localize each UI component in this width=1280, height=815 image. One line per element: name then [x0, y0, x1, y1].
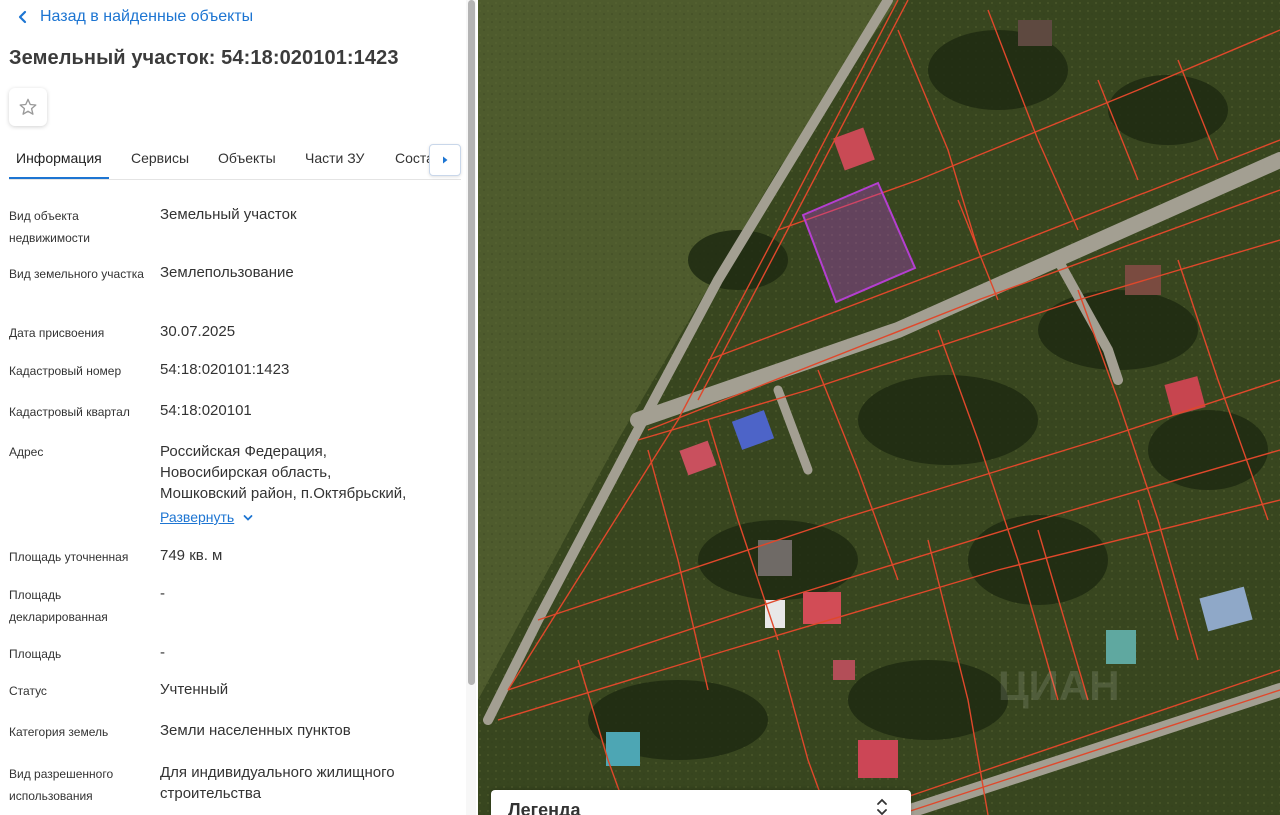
value-parcel-type: Землепользование	[160, 264, 294, 281]
expand-legend-icon[interactable]	[875, 798, 889, 815]
tab-information[interactable]: Информация	[9, 139, 109, 179]
info-panel: Назад в найденные объекты Земельный учас…	[0, 0, 470, 815]
address-line: Российская Федерация,	[160, 443, 327, 460]
label-object-type: Вид объекта недвижимости	[9, 209, 90, 245]
expand-address-link[interactable]: Развернуть	[160, 507, 254, 528]
address-line: Мошковский район, п.Октябрьский,	[160, 485, 407, 502]
aerial-imagery[interactable]: ЦИАН	[478, 0, 1280, 815]
app-root: Назад в найденные объекты Земельный учас…	[0, 0, 1280, 815]
value-area-declared: -	[160, 585, 165, 602]
label-parcel-type: Вид земельного участка	[9, 267, 144, 281]
value-object-type: Земельный участок	[160, 206, 297, 223]
back-to-results-link[interactable]: Назад в найденные объекты	[14, 8, 253, 26]
chevron-left-icon	[18, 10, 27, 24]
map-legend[interactable]: Легенда	[491, 790, 911, 815]
page-title: Земельный участок: 54:18:020101:1423	[9, 47, 399, 69]
label-area-declared: Площадь декларированная	[9, 588, 108, 624]
label-permitted-use: Вид разрешенного использования	[9, 767, 114, 803]
value-area-specified: 749 кв. м	[160, 547, 223, 564]
label-assigned-date: Дата присвоения	[9, 326, 105, 340]
tabs-scroll-right-button[interactable]	[429, 144, 461, 176]
value-assigned-date: 30.07.2025	[160, 323, 236, 340]
label-land-category: Категория земель	[9, 725, 109, 739]
value-status: Учтенный	[160, 681, 229, 698]
cadastral-map[interactable]: ЦИАН	[478, 0, 1280, 815]
tab-objects[interactable]: Объекты	[218, 139, 276, 177]
value-cadastral-number: 54:18:020101:1423	[160, 361, 290, 378]
star-icon	[19, 98, 37, 115]
value-area: -	[160, 644, 165, 661]
label-address: Адрес	[9, 445, 44, 459]
legend-title: Легенда	[508, 800, 581, 815]
panel-scrollbar-thumb[interactable]	[468, 0, 475, 685]
back-link-label[interactable]: Назад в найденные объекты	[40, 8, 253, 26]
label-cadastral-block: Кадастровый квартал	[9, 405, 130, 419]
map-watermark: ЦИАН	[998, 662, 1120, 709]
label-cadastral-number: Кадастровый номер	[9, 364, 122, 378]
tab-bar: Информация Сервисы Объекты Части ЗУ Сост…	[9, 139, 461, 180]
expand-address-label[interactable]: Развернуть	[160, 507, 234, 528]
address-line: Новосибирская область,	[160, 464, 332, 481]
value-address: Российская Федерация, Новосибирская обла…	[160, 441, 455, 528]
tab-parcel-parts[interactable]: Части ЗУ	[305, 139, 364, 177]
label-status: Статус	[9, 684, 47, 698]
value-permitted-use: Для индивидуального жилищного строительс…	[160, 764, 395, 802]
value-cadastral-block: 54:18:020101	[160, 402, 252, 419]
tab-services[interactable]: Сервисы	[131, 139, 189, 177]
label-area: Площадь	[9, 647, 62, 661]
chevron-down-icon	[243, 514, 253, 521]
expand-address-row: Развернуть	[160, 507, 455, 528]
label-area-specified: Площадь уточненная	[9, 550, 129, 564]
value-land-category: Земли населенных пунктов	[160, 722, 351, 739]
favorite-button[interactable]	[9, 88, 47, 126]
caret-right-icon	[443, 156, 448, 164]
